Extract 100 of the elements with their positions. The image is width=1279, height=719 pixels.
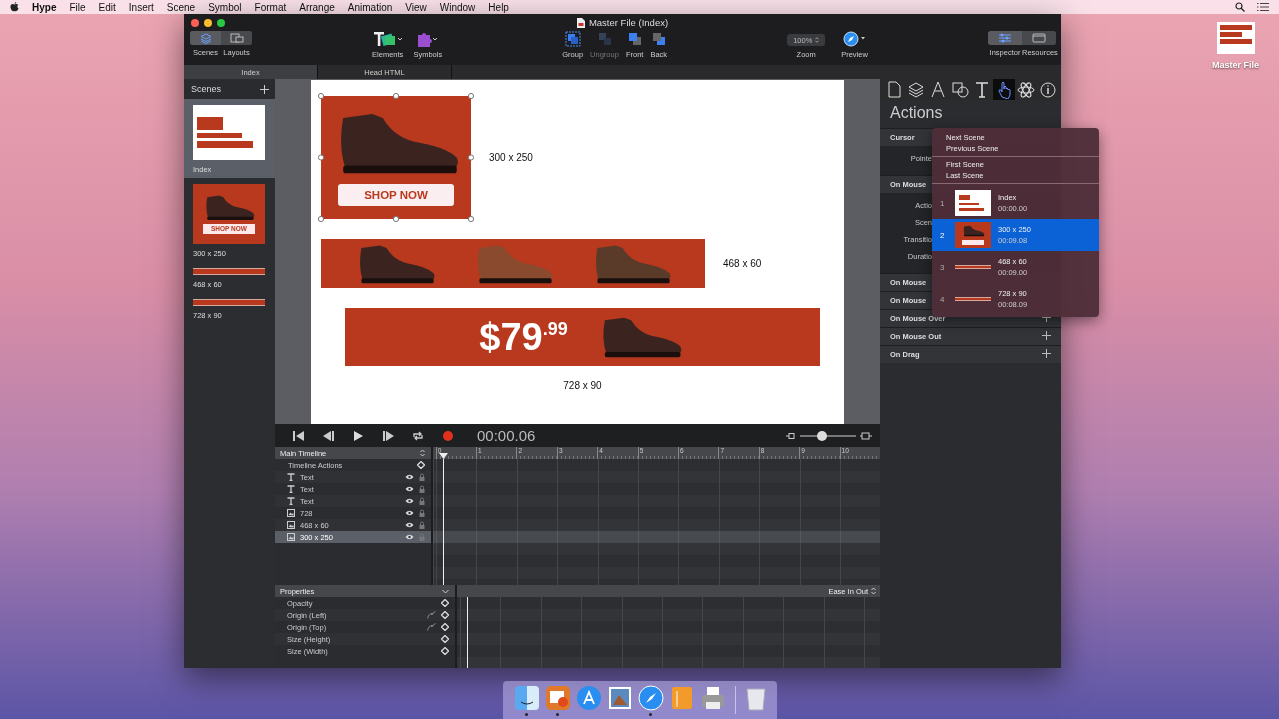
search-icon[interactable] [1235,2,1245,12]
zoom-out-icon[interactable] [786,431,796,440]
ungroup-icon [596,31,613,47]
elements-icon [372,31,403,47]
menu-item[interactable]: Help [488,1,509,13]
app-icon[interactable] [544,684,571,711]
lock-icon[interactable] [418,497,425,505]
thumbnail-button [962,240,984,245]
running-indicator [649,712,652,716]
layers-icon [907,80,925,99]
image-layer-icon [287,509,295,517]
lock-icon[interactable] [418,521,425,529]
eye-icon[interactable] [404,522,414,528]
eye-icon[interactable] [404,486,414,492]
play-icon [353,430,363,441]
eye-icon[interactable] [404,510,414,516]
text-layer-icon [287,497,295,505]
text-icon [973,80,991,99]
document-icon [885,80,903,99]
minimize-button[interactable] [204,18,212,27]
time-display: 00:00.06 [477,427,536,444]
menu-item[interactable]: Insert [128,1,154,13]
apple-icon[interactable] [10,2,19,12]
motion-path-icon[interactable] [427,611,436,619]
face-icon[interactable] [513,684,540,711]
record-icon [443,430,453,441]
updown-icon[interactable] [419,449,425,457]
menu-item[interactable]: Format [254,1,287,13]
compass-icon [842,31,867,47]
group-icon [564,31,581,47]
track-grid[interactable] [457,597,880,668]
text-layer-icon [287,473,295,481]
banner-ad[interactable] [321,239,705,288]
window-title: Master File (Index) [588,17,669,28]
sliders-icon [998,33,1012,43]
track-grid[interactable] [432,459,880,585]
menu-item[interactable]: Window [439,1,476,13]
shapes-icon [951,80,969,99]
menu-item[interactable]: File [69,1,86,13]
info-icon [1039,80,1057,99]
size-caption: 468 x 60 [723,258,762,269]
eye-icon[interactable] [404,474,414,480]
lock-icon[interactable] [418,509,425,517]
banner-ad[interactable]: $79$^{.99}$ [345,308,820,366]
menu-item[interactable]: Symbol [208,1,242,13]
keyframe-icon[interactable] [416,461,425,469]
motion-path-icon[interactable] [427,623,436,631]
running-indicator [556,712,559,716]
plus-icon [1042,331,1051,340]
compass-icon[interactable] [637,684,664,711]
menu-item[interactable]: Scene [166,1,196,13]
eye-icon[interactable] [404,534,414,540]
inspector-tab[interactable] [1037,79,1059,100]
lock-icon[interactable] [418,473,425,481]
shop-now-button[interactable]: SHOP NOW [338,183,454,206]
plus-icon[interactable] [260,84,269,94]
step-forward-icon [382,430,394,441]
inspector-tab[interactable] [993,79,1015,100]
scene-thumbnail [955,265,991,269]
scene-thumbnail [955,297,991,301]
skip-start-icon [292,430,304,441]
step-back-icon [322,430,334,441]
layers-icon [199,32,212,44]
list-icon[interactable] [1257,2,1269,12]
updown-icon[interactable] [815,36,820,44]
printer-icon[interactable] [699,684,726,711]
add-action-button[interactable] [1042,331,1051,342]
document-icon[interactable] [1216,22,1255,54]
close-button[interactable] [191,18,199,27]
eye-icon[interactable] [404,498,414,504]
updown-icon[interactable] [871,587,876,595]
panel-toggle-button[interactable] [988,31,1022,45]
scene-thumbnail [193,105,265,160]
zoom-button[interactable] [217,18,225,27]
chevron-icon[interactable] [442,588,449,594]
menu-item[interactable]: Arrange [299,1,335,13]
menu-item[interactable]: Edit [98,1,116,13]
menu-item[interactable]: Animation [347,1,393,13]
inspector-tab[interactable] [1015,79,1037,100]
size-caption: 300 x 250 [489,152,533,163]
slider-thumb[interactable] [817,430,828,441]
inspector-tab[interactable] [949,79,971,100]
photo-icon[interactable] [606,684,633,711]
add-action-button[interactable] [1042,349,1051,360]
image-layer-icon [287,521,295,529]
menu-item[interactable]: Hype [32,1,57,13]
running-indicator [525,712,528,716]
scene-thumbnail [193,299,265,306]
zoom-in-icon[interactable] [860,431,872,440]
menu-item[interactable]: View [405,1,427,13]
lock-icon[interactable] [418,485,425,493]
document-icon [576,17,585,28]
hand-icon [995,80,1013,99]
puzzle-icon [416,31,439,47]
pen-icon [929,80,947,99]
scene-thumbnail [193,268,265,275]
layouts-icon [229,33,244,43]
text-layer-icon [287,485,295,493]
front-icon [626,31,643,47]
back-icon [650,31,667,47]
